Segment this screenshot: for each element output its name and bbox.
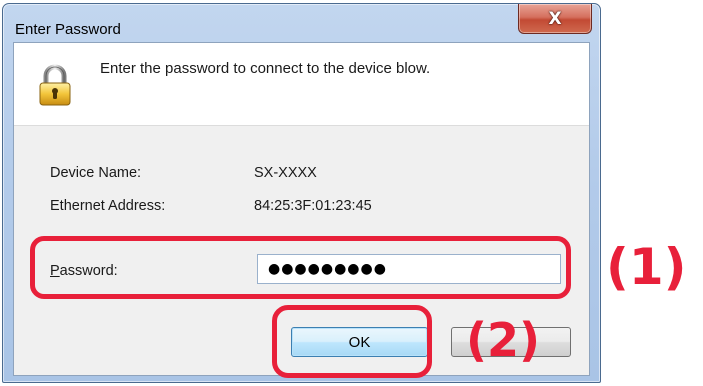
annotation-highlight-ok <box>272 305 432 378</box>
device-name-label: Device Name: <box>50 165 142 181</box>
close-icon: X <box>548 8 562 29</box>
annotation-highlight-password <box>30 236 571 299</box>
dialog-title: Enter Password <box>15 21 121 38</box>
header-message: Enter the password to connect to the dev… <box>100 60 431 77</box>
lock-icon <box>39 64 71 106</box>
header-band <box>14 43 589 126</box>
ethernet-address-value: 84:25:3F:01:23:45 <box>254 198 372 214</box>
device-name-value: SX-XXXX <box>254 165 317 181</box>
annotation-marker-2: (2) <box>466 313 541 367</box>
ethernet-address-label: Ethernet Address: <box>50 198 166 214</box>
annotation-marker-1: (1) <box>606 238 687 296</box>
close-button[interactable]: X <box>518 4 592 34</box>
